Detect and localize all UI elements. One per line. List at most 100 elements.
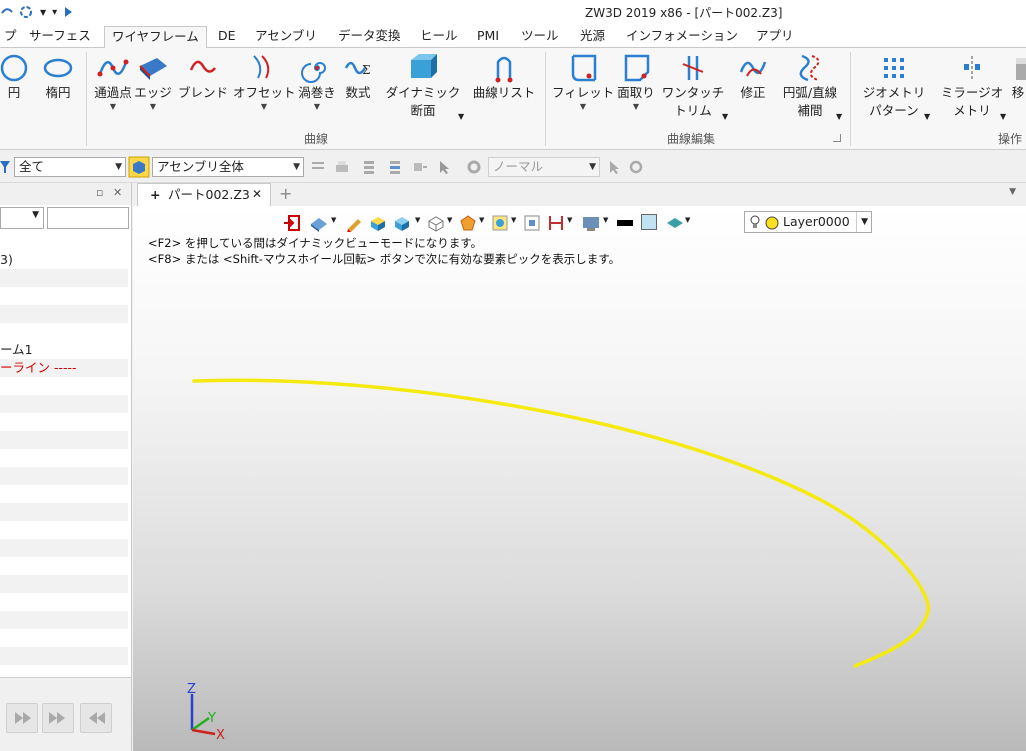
tab-pmi[interactable]: PMI	[470, 26, 506, 48]
assembly-scope-icon[interactable]	[128, 156, 150, 178]
tree-row-outline-marker[interactable]: ーライン -----	[0, 359, 128, 377]
geometry-pattern-label2: パターン	[869, 103, 919, 118]
curve-list-icon	[495, 56, 513, 83]
close-icon[interactable]: ✕	[113, 186, 122, 199]
graphics-viewport[interactable]: ▼ ▼ ▼ ▼ ▼ ▼ ▼ ▼ Layer0000 ▼ <F2> を押している間…	[133, 206, 1026, 751]
pick-pointer-icon[interactable]	[606, 159, 622, 175]
chamfer-button[interactable]: 面取り ▼	[616, 52, 656, 112]
offset-curve-icon	[253, 55, 270, 79]
document-tab[interactable]: + パート002.Z3 ✕	[137, 183, 271, 206]
tree-row[interactable]	[0, 323, 128, 341]
tree-row[interactable]	[0, 233, 128, 251]
geometry-pattern-button[interactable]: ジオメトリ パターン	[858, 52, 930, 120]
dropdown-arrow-icon[interactable]: ▼	[458, 112, 464, 121]
tab-assembly[interactable]: アセンブリ	[248, 26, 324, 48]
dropdown-arrow-icon[interactable]: ▼	[924, 112, 930, 121]
tab-apps[interactable]: アプリ	[749, 26, 801, 48]
gear-icon[interactable]	[466, 159, 482, 175]
one-touch-trim-button[interactable]: ワンタッチ トリム	[660, 52, 726, 120]
manager-panel: ▫ ✕ ▼ 3) ーム1 ーライン -----	[0, 183, 132, 751]
dropdown-arrow-icon[interactable]: ▼	[836, 112, 842, 121]
arc-line-interp-button[interactable]: 円弧/直線 補間	[780, 52, 840, 120]
print-icon[interactable]	[334, 159, 350, 175]
fillet-button[interactable]: フィレット ▼	[552, 52, 614, 112]
tree-row[interactable]: ーム1	[0, 341, 128, 359]
ellipse-button[interactable]: 楕円	[40, 52, 76, 102]
spiral-button[interactable]: 渦巻き ▼	[297, 52, 337, 112]
ribbon-tab-bar: プ サーフェス ワイヤフレーム DE アセンブリ データ変換 ヒール PMI ツ…	[0, 24, 1026, 49]
tree-row[interactable]: 3)	[0, 251, 128, 269]
undo-icon[interactable]	[0, 5, 14, 19]
filter-icon[interactable]	[0, 160, 10, 174]
pick-settings-icon[interactable]	[628, 159, 644, 175]
curve-list-button[interactable]: 曲線リスト	[472, 52, 536, 102]
close-tab-icon[interactable]: ✕	[252, 184, 262, 205]
spline-points-icon	[97, 59, 129, 77]
stack-icon[interactable]	[362, 159, 378, 175]
history-rewind-button[interactable]	[80, 703, 112, 733]
fast-forward-icon	[49, 712, 65, 724]
tab-light[interactable]: 光源	[573, 26, 612, 48]
tree-row[interactable]	[0, 287, 128, 305]
move-button[interactable]: 移	[1010, 52, 1026, 102]
title-bar: ▼ ▾ ZW3D 2019 x86 - [パート002.Z3]	[0, 0, 1026, 24]
dropdown-arrow-icon[interactable]: ▼	[1000, 112, 1006, 121]
tree-row	[0, 449, 128, 467]
blend-button[interactable]: ブレンド	[177, 52, 229, 102]
history-forward-button[interactable]	[42, 703, 74, 733]
tab-wireframe[interactable]: ワイヤフレーム	[104, 26, 207, 49]
selection-toolbar: 全て ▼ アセンブリ全体 ▼ ノーマル ▼	[0, 151, 1026, 183]
new-tab-icon[interactable]: +	[279, 184, 292, 203]
tab-information[interactable]: インフォメーション	[619, 26, 745, 48]
chamfer-label: 面取り	[617, 85, 655, 100]
tab-list-icon[interactable]: ▼	[1009, 187, 1016, 197]
mode-combo[interactable]: ノーマル ▼	[488, 157, 600, 177]
play-icon[interactable]	[63, 5, 73, 19]
offset-button[interactable]: オフセット ▼	[233, 52, 296, 112]
panel-search-input[interactable]	[47, 207, 129, 229]
dropdown-arrow-icon[interactable]: ▼	[722, 112, 728, 121]
panel-filter-combo[interactable]: ▼	[0, 207, 44, 229]
tab-de[interactable]: DE	[211, 26, 243, 48]
customize-qa-icon[interactable]: ▾	[52, 7, 57, 18]
edge-icon	[139, 58, 167, 80]
restore-icon[interactable]: ▫	[96, 186, 103, 199]
one-touch-trim-label2: トリム	[674, 103, 712, 118]
through-points-label: 通過点	[94, 85, 132, 100]
ellipse-label: 楕円	[45, 85, 71, 100]
tree-row[interactable]	[0, 269, 128, 287]
through-points-button[interactable]: 通過点 ▼	[92, 52, 134, 112]
tab-shape[interactable]: プ	[0, 26, 24, 48]
pointer-icon[interactable]	[436, 159, 452, 175]
dynamic-section-button[interactable]: ダイナミック 断面	[384, 52, 462, 120]
tab-heal[interactable]: ヒール	[413, 26, 465, 48]
tree-row	[0, 557, 128, 575]
history-step-button[interactable]	[6, 703, 38, 733]
x-axis-line	[191, 728, 216, 736]
tree-row	[0, 593, 128, 611]
filter-settings-icon[interactable]	[310, 159, 326, 175]
stack-select-icon[interactable]	[388, 159, 404, 175]
modify-button[interactable]: 修正	[736, 52, 770, 102]
dialog-launcher-icon[interactable]	[833, 134, 841, 142]
circle-button[interactable]: 円	[0, 52, 28, 102]
refresh-icon[interactable]	[18, 4, 38, 20]
tree-row[interactable]	[0, 305, 128, 323]
mirror-geometry-button[interactable]: ミラージオ メトリ	[938, 52, 1006, 120]
stack-arrow-icon[interactable]	[412, 159, 428, 175]
dropdown-arrow-icon[interactable]: ▼	[40, 8, 46, 17]
group-label-operation: 操作	[998, 132, 1023, 146]
tree-row	[0, 485, 128, 503]
tab-data-conversion[interactable]: データ変換	[331, 26, 408, 48]
tab-tools[interactable]: ツール	[514, 26, 566, 48]
tab-surface[interactable]: サーフェス	[22, 26, 98, 48]
scope-combo[interactable]: アセンブリ全体 ▼	[152, 157, 304, 177]
filter-combo[interactable]: 全て ▼	[14, 157, 126, 177]
edge-button[interactable]: エッジ ▼	[134, 52, 172, 112]
mirror-geometry-label2: メトリ	[953, 103, 991, 118]
blend-icon	[189, 60, 216, 73]
formula-button[interactable]: Σ 数式	[343, 52, 373, 102]
modify-label: 修正	[740, 85, 766, 100]
wireframe-curve[interactable]	[192, 378, 931, 668]
tree-row	[0, 647, 128, 665]
